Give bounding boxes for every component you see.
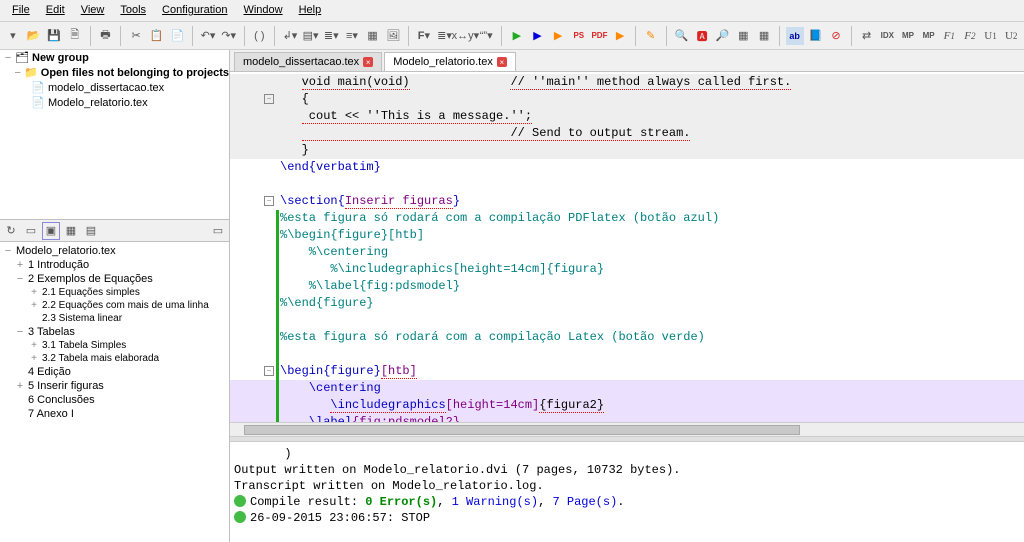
font-icon[interactable]: F▾ — [415, 27, 433, 45]
st-panel-icon[interactable]: ▭ — [209, 222, 227, 240]
console-line: ) — [234, 446, 1020, 462]
structure-item[interactable]: +2.2 Equações com mais de uma linha — [0, 299, 229, 312]
arrows-icon[interactable]: ⇄ — [858, 27, 876, 45]
structure-file[interactable]: −Modelo_relatorio.tex — [0, 244, 229, 258]
project-file-2[interactable]: 📄Modelo_relatorio.tex — [0, 95, 229, 110]
menu-edit[interactable]: Edit — [38, 2, 73, 19]
editor-horizontal-scrollbar[interactable] — [230, 422, 1024, 436]
structure-item[interactable]: 4 Edição — [0, 365, 229, 379]
u2-icon[interactable]: U2 — [1002, 27, 1020, 45]
tab-relatorio[interactable]: Modelo_relatorio.tex× — [384, 52, 516, 71]
redo-icon[interactable]: ↷▾ — [220, 27, 238, 45]
console-timestamp: 26-09-2015 23:06:57: STOP — [234, 510, 1020, 526]
structure-item[interactable]: −3 Tabelas — [0, 325, 229, 339]
structure-item[interactable]: +3.1 Tabela Simples — [0, 339, 229, 352]
list-icon[interactable]: ≣▾ — [322, 27, 340, 45]
menubar: File Edit View Tools Configuration Windo… — [0, 0, 1024, 22]
close-icon[interactable]: × — [363, 57, 373, 67]
structure-item[interactable]: 7 Anexo I — [0, 407, 229, 421]
ab-icon[interactable]: ab — [786, 27, 804, 45]
output-console[interactable]: ) Output written on Modelo_relatorio.dvi… — [230, 442, 1024, 542]
menu-configuration[interactable]: Configuration — [154, 2, 235, 19]
st-list-icon[interactable]: ▤ — [82, 222, 100, 240]
check-icon — [234, 495, 246, 507]
ps-label-icon[interactable]: PS — [570, 27, 588, 45]
zoom-icon[interactable]: 🔎 — [714, 27, 732, 45]
grid2-icon[interactable]: ▦ — [755, 27, 773, 45]
table-icon[interactable]: ▦ — [364, 27, 382, 45]
pdf-viewer-icon[interactable]: 🅰 — [693, 27, 711, 45]
highlight-icon[interactable]: ✎ — [642, 27, 660, 45]
compile-icon[interactable]: ▶ — [508, 27, 526, 45]
structure-item[interactable]: +5 Inserir figuras — [0, 379, 229, 393]
project-file-1[interactable]: 📄modelo_dissertacao.tex — [0, 80, 229, 95]
st-grid-icon[interactable]: ▦ — [62, 222, 80, 240]
mp2-icon[interactable]: MP — [920, 27, 938, 45]
quote-icon[interactable]: “”▾ — [477, 27, 495, 45]
structure-item[interactable]: 2.3 Sistema linear — [0, 312, 229, 325]
project-root[interactable]: −🗂New group — [0, 50, 229, 65]
structure-item[interactable]: −2 Exemplos de Equações — [0, 272, 229, 286]
mp1-icon[interactable]: MP — [899, 27, 917, 45]
idx-icon[interactable]: IDX — [878, 27, 896, 45]
console-line: Transcript written on Modelo_relatorio.l… — [234, 478, 1020, 494]
save-all-icon[interactable]: 🗎 — [66, 27, 84, 45]
st-sel-icon[interactable]: ▣ — [42, 222, 60, 240]
close-icon[interactable]: × — [497, 57, 507, 67]
u1-icon[interactable]: U1 — [982, 27, 1000, 45]
compile-ps-icon[interactable]: ▶ — [529, 27, 547, 45]
project-group[interactable]: −📁Open files not belonging to projects — [0, 65, 229, 80]
f1-icon[interactable]: F1 — [940, 27, 958, 45]
structure-item[interactable]: 6 Conclusões — [0, 393, 229, 407]
bracket-icon[interactable]: ( ) — [251, 27, 269, 45]
menu-view[interactable]: View — [73, 2, 113, 19]
book-icon[interactable]: 📘 — [807, 27, 825, 45]
editor-tabs: modelo_dissertacao.tex× Modelo_relatorio… — [230, 50, 1024, 72]
paste-icon[interactable]: 📄 — [169, 27, 187, 45]
search-doc-icon[interactable]: 🔍 — [673, 27, 691, 45]
open-icon[interactable]: 📂 — [25, 27, 43, 45]
menu-tools[interactable]: Tools — [112, 2, 154, 19]
structure-item[interactable]: +3.2 Tabela mais elaborada — [0, 352, 229, 365]
console-compile-result: Compile result: 0 Error(s), 1 Warning(s)… — [234, 494, 1020, 510]
copy-icon[interactable]: 📋 — [148, 27, 166, 45]
undo-icon[interactable]: ↶▾ — [199, 27, 217, 45]
new-icon[interactable]: ▾ — [4, 27, 22, 45]
f2-icon[interactable]: F2 — [961, 27, 979, 45]
console-line: Output written on Modelo_relatorio.dvi (… — [234, 462, 1020, 478]
main-toolbar: ▾ 📂 💾 🗎 🖶 ✂ 📋 📄 ↶▾ ↷▾ ( ) ↲▾ ▤▾ ≣▾ ≡▾ ▦ … — [0, 22, 1024, 50]
compile-pdf-icon[interactable]: ▶ — [549, 27, 567, 45]
stop-icon[interactable]: ⊘ — [827, 27, 845, 45]
menu-file[interactable]: File — [4, 2, 38, 19]
project-tree[interactable]: −🗂New group −📁Open files not belonging t… — [0, 50, 229, 220]
pdf-label-icon[interactable]: PDF — [591, 27, 609, 45]
grid-icon[interactable]: ▦ — [735, 27, 753, 45]
align-icon[interactable]: ≡▾ — [343, 27, 361, 45]
quick-icon[interactable]: ▶ — [611, 27, 629, 45]
code-editor[interactable]: void main(void) // ''main'' method alway… — [230, 72, 1024, 422]
structure-item[interactable]: +1 Introdução — [0, 258, 229, 272]
paragraph-icon[interactable]: ↲▾ — [281, 27, 299, 45]
structure-tree[interactable]: −Modelo_relatorio.tex +1 Introdução −2 E… — [0, 242, 229, 542]
menu-help[interactable]: Help — [291, 2, 330, 19]
save-icon[interactable]: 💾 — [45, 27, 63, 45]
image-icon[interactable]: 🖼 — [384, 27, 402, 45]
check-icon — [234, 511, 246, 523]
print-icon[interactable]: 🖶 — [97, 27, 115, 45]
cut-icon[interactable]: ✂ — [127, 27, 145, 45]
structure-item[interactable]: +2.1 Equações simples — [0, 286, 229, 299]
right-panel: modelo_dissertacao.tex× Modelo_relatorio… — [230, 50, 1024, 542]
item-icon[interactable]: ▤▾ — [302, 27, 320, 45]
left-panel: −🗂New group −📁Open files not belonging t… — [0, 50, 230, 542]
st-sect-icon[interactable]: ▭ — [22, 222, 40, 240]
menu-window[interactable]: Window — [235, 2, 290, 19]
st-refresh-icon[interactable]: ↻ — [2, 222, 20, 240]
structure-toolbar: ↻ ▭ ▣ ▦ ▤ ▭ — [0, 220, 229, 242]
tab-dissertacao[interactable]: modelo_dissertacao.tex× — [234, 52, 382, 71]
xy-icon[interactable]: x↔y▾ — [456, 27, 474, 45]
